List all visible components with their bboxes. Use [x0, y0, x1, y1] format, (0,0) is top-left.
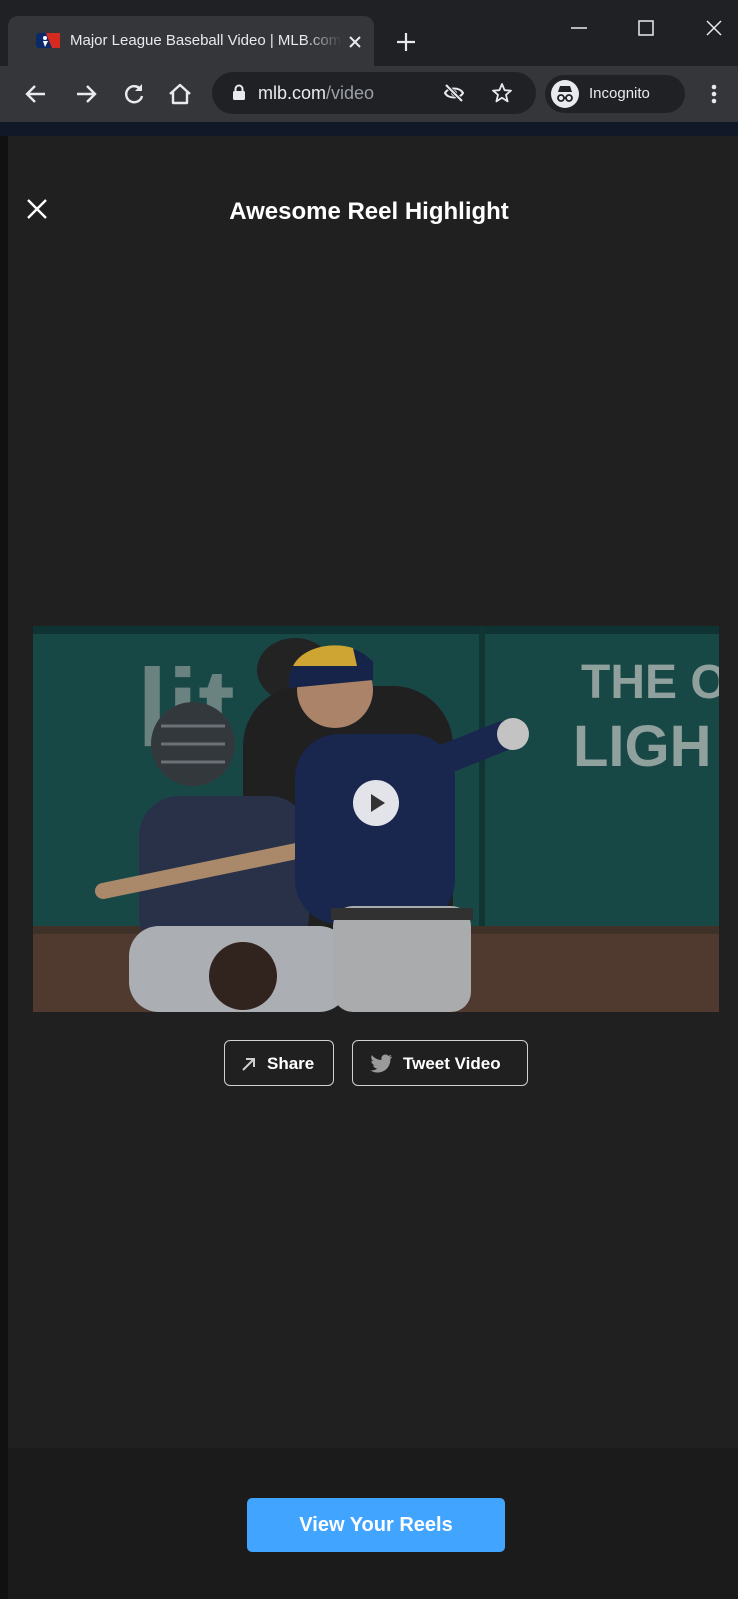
forward-icon[interactable] [72, 80, 100, 108]
home-icon[interactable] [166, 80, 194, 108]
incognito-indicator[interactable]: Incognito [545, 75, 685, 113]
url-path: /video [326, 83, 375, 103]
view-your-reels-button[interactable]: View Your Reels [247, 1498, 505, 1552]
maximize-icon[interactable] [632, 14, 660, 42]
page-edge [0, 136, 8, 1599]
site-nav-strip [0, 122, 738, 136]
browser-tab[interactable]: Major League Baseball Video | MLB.com [8, 16, 374, 66]
minimize-icon[interactable] [565, 14, 593, 42]
modal-title: Awesome Reel Highlight [229, 198, 509, 225]
tweet-video-button[interactable]: Tweet Video [352, 1040, 528, 1086]
address-bar[interactable]: mlb.com/video [212, 72, 536, 114]
star-icon[interactable] [490, 81, 514, 105]
twitter-bird-icon [370, 1054, 392, 1073]
browser-toolbar: mlb.com/video Incognito [0, 66, 738, 122]
tweet-label: Tweet Video [403, 1054, 501, 1073]
incognito-label: Incognito [589, 85, 650, 102]
share-label: Share [267, 1054, 315, 1073]
kebab-menu-icon[interactable] [704, 80, 724, 108]
incognito-icon [551, 80, 579, 108]
browser-titlebar: Major League Baseball Video | MLB.com [0, 0, 738, 66]
video-player[interactable]: lit THE OR LIGH [33, 626, 719, 1012]
play-icon[interactable] [353, 780, 399, 826]
new-tab-icon[interactable] [395, 31, 417, 53]
tab-title: Major League Baseball Video | MLB.com [70, 32, 342, 49]
reload-icon[interactable] [120, 80, 148, 108]
mlb-favicon-icon [36, 33, 60, 48]
share-arrow-icon [242, 1058, 255, 1071]
modal-footer: View Your Reels [8, 1448, 738, 1599]
lock-icon[interactable] [232, 84, 246, 101]
url-host: mlb.com [258, 83, 327, 103]
share-button[interactable]: Share [224, 1040, 334, 1086]
url-text: mlb.com/video [258, 82, 374, 104]
window-close-icon[interactable] [700, 14, 728, 42]
eye-slash-icon[interactable] [442, 81, 466, 105]
back-icon[interactable] [22, 80, 50, 108]
tab-close-icon[interactable] [344, 31, 366, 53]
